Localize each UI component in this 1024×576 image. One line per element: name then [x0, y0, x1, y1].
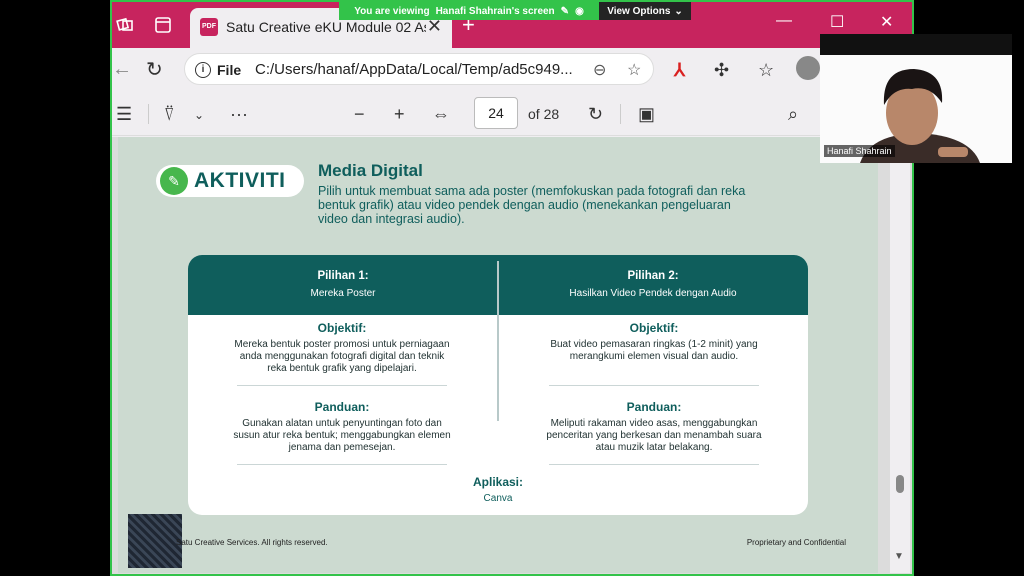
reload-icon[interactable]: ↻	[146, 57, 163, 82]
divider	[237, 385, 447, 386]
tab-actions-icon[interactable]	[154, 16, 172, 34]
participant-name: Hanafi Shahrain	[824, 145, 895, 157]
aktiviti-badge: ✎ AKTIVITI	[156, 165, 304, 197]
slide-description: Pilih untuk membuat sama ada poster (mem…	[318, 184, 746, 226]
scrollbar-thumb[interactable]	[896, 475, 904, 493]
chevron-down-icon[interactable]: ⌄	[194, 108, 204, 122]
divider	[620, 104, 621, 124]
workspaces-icon[interactable]	[116, 16, 134, 34]
option1-guide-text: Gunakan alatan untuk penyuntingan foto d…	[233, 418, 451, 453]
view-options-label: View Options	[607, 5, 671, 17]
rotate-icon[interactable]: ↻	[588, 104, 603, 125]
option2-header: Pilihan 2: Hasilkan Video Pendek dengan …	[498, 255, 808, 315]
shared-screen: PDF Satu Creative eKU Module 02 Asa ✕ + …	[110, 0, 914, 576]
favorites-icon[interactable]: ☆	[758, 60, 774, 81]
zoom-out-icon[interactable]: −	[354, 104, 365, 125]
favorite-star-icon[interactable]: ☆	[627, 60, 641, 80]
participant-video[interactable]: Hanafi Shahrain	[820, 55, 1012, 163]
footer-left: Satu Creative Services. All rights reser…	[176, 538, 328, 547]
acrobat-icon[interactable]: ⅄	[674, 60, 685, 81]
highlight-icon[interactable]: ⍢	[164, 104, 175, 125]
application-heading: Aplikasi:	[472, 475, 523, 489]
more-icon[interactable]: ···	[230, 104, 248, 125]
page-view-icon[interactable]: ▣	[638, 104, 655, 125]
close-window-button[interactable]: ✕	[880, 12, 893, 32]
maximize-button[interactable]: ☐	[830, 12, 844, 32]
view-options-button[interactable]: View Options ⌄	[599, 2, 691, 20]
pdf-toolbar: ☰ ⍢ ⌄ ··· − + ⇔ 24 of 28 ↻ ▣ ⌕	[112, 92, 912, 136]
option1-header: Pilihan 1: Mereka Poster	[188, 255, 498, 315]
tab-title: Satu Creative eKU Module 02 Asa	[226, 19, 426, 35]
record-icon: ◉	[575, 5, 584, 17]
video-tile-bar	[820, 34, 1012, 55]
option1-objective-heading: Objektif:	[317, 321, 367, 335]
back-icon[interactable]: ←	[112, 58, 132, 81]
address-bar: ← ↻ i File C:/Users/hanaf/AppData/Local/…	[112, 48, 912, 92]
option2-body: Objektif: Buat video pemasaran ringkas (…	[504, 321, 804, 479]
chevron-down-icon: ⌄	[674, 5, 683, 17]
option2-subheading: Hasilkan Video Pendek dengan Audio	[569, 288, 737, 299]
omnibox[interactable]: i File C:/Users/hanaf/AppData/Local/Temp…	[184, 53, 654, 85]
application-section: Aplikasi: Canva	[188, 475, 808, 505]
fit-page-icon[interactable]: ⇔	[432, 104, 450, 125]
option2-guide-text: Meliputi rakaman video asas, menggabungk…	[546, 418, 762, 453]
divider	[237, 464, 447, 465]
option2-objective-text: Buat video pemasaran ringkas (1-2 minit)…	[550, 339, 758, 362]
footer-right: Proprietary and Confidential	[746, 538, 846, 547]
zoom-icon[interactable]: ⊖	[593, 60, 606, 80]
scroll-down-arrow-icon[interactable]: ▼	[894, 551, 904, 562]
page-total: of 28	[528, 106, 560, 122]
option2-heading: Pilihan 2:	[627, 270, 679, 282]
divider	[549, 385, 759, 386]
profile-avatar-icon[interactable]	[796, 56, 820, 80]
option1-heading: Pilihan 1:	[317, 270, 369, 282]
pdf-page: ✎ AKTIVITI Media Digital Pilih untuk mem…	[118, 137, 878, 573]
search-icon[interactable]: ⌕	[788, 104, 798, 125]
contents-icon[interactable]: ☰	[116, 104, 132, 125]
pencil-icon: ✎	[160, 167, 188, 195]
option2-objective-heading: Objektif:	[629, 321, 679, 335]
options-card: Pilihan 1: Mereka Poster Pilihan 2: Hasi…	[188, 255, 808, 515]
screen-share-banner: You are viewing Hanafi Shahrain's screen…	[339, 2, 599, 20]
vertical-scrollbar[interactable]: ▼	[890, 137, 910, 573]
aktiviti-label: AKTIVITI	[194, 169, 286, 192]
option2-guide-heading: Panduan:	[626, 400, 682, 414]
minimize-button[interactable]: —	[776, 12, 792, 30]
option1-objective-text: Mereka bentuk poster promosi untuk perni…	[234, 339, 450, 374]
info-icon[interactable]: i	[195, 62, 211, 78]
banner-prefix: You are viewing	[354, 5, 430, 17]
extensions-icon[interactable]: ✣	[714, 60, 729, 81]
page-number-input[interactable]: 24	[474, 97, 518, 129]
option1-guide-heading: Panduan:	[314, 400, 370, 414]
column-divider	[497, 261, 499, 421]
application-text: Canva	[483, 493, 513, 504]
divider	[549, 464, 759, 465]
divider	[148, 104, 149, 124]
file-label: File	[217, 62, 242, 78]
pdf-icon: PDF	[200, 18, 218, 36]
url-text[interactable]: C:/Users/hanaf/AppData/Local/Temp/ad5c94…	[255, 61, 595, 78]
slide-title: Media Digital	[318, 161, 423, 180]
option1-subheading: Mereka Poster	[310, 288, 376, 299]
participant-thumbnail	[128, 514, 182, 568]
option1-body: Objektif: Mereka bentuk poster promosi u…	[192, 321, 492, 479]
banner-presenter: Hanafi Shahrain's screen	[435, 5, 555, 17]
pin-icon[interactable]: ✎	[561, 6, 569, 17]
zoom-in-icon[interactable]: +	[394, 104, 405, 125]
pdf-viewer[interactable]: ✎ AKTIVITI Media Digital Pilih untuk mem…	[112, 137, 912, 574]
